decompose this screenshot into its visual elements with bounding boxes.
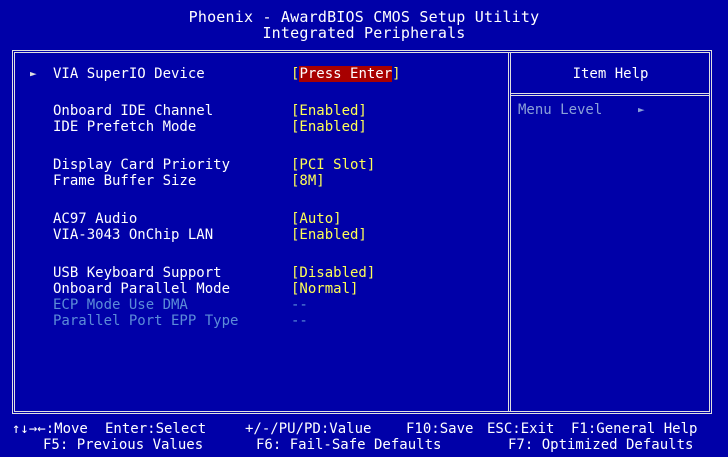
setting-value[interactable]: [Press Enter] <box>291 66 401 82</box>
setting-value[interactable]: [Disabled] <box>291 265 375 281</box>
setting-label: USB Keyboard Support <box>53 265 222 281</box>
setting-value[interactable]: [Enabled] <box>291 227 367 243</box>
setting-label: Display Card Priority <box>53 157 231 173</box>
setting-label: Onboard IDE Channel <box>53 103 214 119</box>
menu-level-label: Menu Level <box>518 102 603 118</box>
key-hint-move: ↑↓→←:Move <box>12 421 88 437</box>
key-hint-select: Enter:Select <box>105 421 207 437</box>
setting-value: -- <box>291 313 308 329</box>
setting-label: VIA-3043 OnChip LAN <box>53 227 214 243</box>
setting-value: -- <box>291 297 308 313</box>
setting-label: Frame Buffer Size <box>53 173 197 189</box>
key-hint-value: +/-/PU/PD:Value <box>245 421 372 437</box>
setting-label: Onboard Parallel Mode <box>53 281 231 297</box>
setting-label: ECP Mode Use DMA <box>53 297 188 313</box>
bios-page-title: Integrated Peripherals <box>262 24 466 42</box>
selected-value-highlight[interactable]: Press Enter <box>299 66 393 82</box>
setting-value[interactable]: [8M] <box>291 173 325 189</box>
submenu-arrow-icon: ► <box>30 67 37 80</box>
setting-value[interactable]: [PCI Slot] <box>291 157 375 173</box>
key-hint-previous-values: F5: Previous Values <box>43 437 204 453</box>
setting-label: AC97 Audio <box>53 211 138 227</box>
key-hint-optimized: F7: Optimized Defaults <box>508 437 694 453</box>
key-hint-failsafe: F6: Fail-Safe Defaults <box>256 437 442 453</box>
setting-value[interactable]: [Auto] <box>291 211 342 227</box>
item-help-title: Item Help <box>572 66 649 82</box>
vertical-divider <box>508 52 511 411</box>
bios-title: Phoenix - AwardBIOS CMOS Setup Utility I… <box>0 0 728 50</box>
bracket-close: ] <box>392 66 401 82</box>
key-hint-general-help: F1:General Help <box>571 421 698 437</box>
key-hint-save: F10:Save <box>406 421 474 437</box>
setting-label: Parallel Port EPP Type <box>53 313 239 329</box>
setting-label: VIA SuperIO Device <box>53 66 205 82</box>
menu-level-arrow-icon: ► <box>638 103 645 116</box>
key-hint-exit: ESC:Exit <box>487 421 555 437</box>
setting-value[interactable]: [Enabled] <box>291 103 367 119</box>
key-legend: ↑↓→←:Move Enter:Select +/-/PU/PD:Value F… <box>0 418 728 457</box>
setting-value[interactable]: [Enabled] <box>291 119 367 135</box>
setting-label: IDE Prefetch Mode <box>53 119 197 135</box>
help-divider <box>511 93 710 96</box>
setting-value[interactable]: [Normal] <box>291 281 358 297</box>
